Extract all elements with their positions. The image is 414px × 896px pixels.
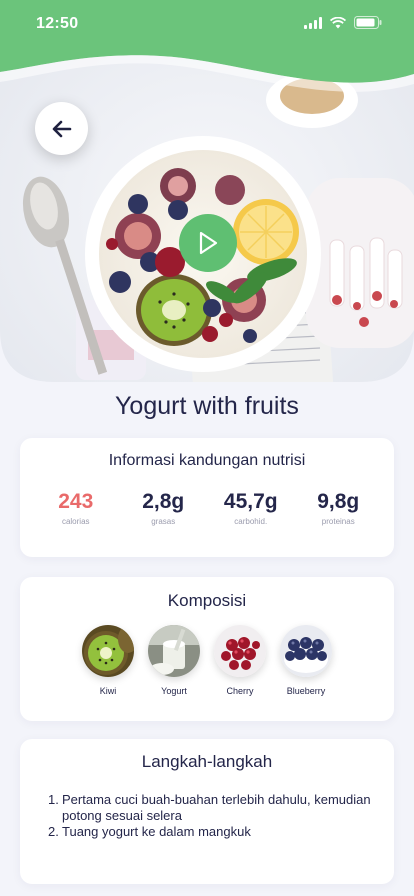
play-video-button[interactable]: [179, 214, 237, 272]
step-item: 2. Tuang yogurt ke dalam mangkuk: [48, 824, 374, 840]
step-text: Tuang yogurt ke dalam mangkuk: [62, 824, 251, 839]
hero-image: [0, 0, 414, 382]
carbs-value: 45,7g: [223, 490, 278, 513]
ingredient-list: Kiwi Yogurt Cherry Blueberry: [20, 625, 394, 696]
steps-card: Langkah-langkah 1. Pertama cuci buah-bua…: [20, 739, 394, 884]
fat-value: 2,8g: [142, 490, 185, 513]
step-item: 1. Pertama cuci buah-buahan terlebih dah…: [48, 792, 374, 824]
ingredient-cherry[interactable]: Cherry: [214, 625, 266, 696]
fat-label: grasas: [151, 517, 176, 526]
kiwi-image: [82, 625, 134, 677]
ingredient-label-cherry: Cherry: [226, 686, 254, 696]
nutrition-item-protein: 9,8g proteinas: [298, 490, 378, 526]
status-bar: 12:50: [0, 0, 414, 48]
calories-value: 243: [58, 490, 94, 513]
carbs-label: carbohid.: [234, 517, 268, 526]
nutrition-item-fat: 2,8g grasas: [123, 490, 203, 526]
blueberry-image: [280, 625, 332, 677]
step-number: 1.: [48, 792, 59, 807]
nutrition-values: 243 calorias 2,8g grasas 45,7g carbohid.…: [20, 470, 394, 526]
ingredient-yogurt[interactable]: Yogurt: [148, 625, 200, 696]
nutrition-item-calories: 243 calorias: [36, 490, 116, 526]
protein-value: 9,8g: [317, 490, 360, 513]
step-number: 2.: [48, 824, 59, 839]
ingredient-label-yogurt: Yogurt: [161, 686, 187, 696]
cherry-image: [214, 625, 266, 677]
status-time: 12:50: [36, 15, 79, 32]
ingredient-label-kiwi: Kiwi: [99, 686, 117, 696]
ingredient-blueberry[interactable]: Blueberry: [280, 625, 332, 696]
nutrition-card: Informasi kandungan nutrisi 243 calorias…: [20, 438, 394, 557]
calories-label: calorias: [61, 517, 90, 526]
ingredient-label-blueberry: Blueberry: [286, 686, 326, 696]
wifi-icon: [330, 16, 346, 28]
status-icons: [304, 16, 382, 29]
back-button[interactable]: [35, 102, 88, 155]
protein-label: proteinas: [321, 517, 355, 526]
arrow-left-icon: [52, 120, 71, 137]
nutrition-title: Informasi kandungan nutrisi: [108, 452, 306, 469]
nutrition-item-carbs: 45,7g carbohid.: [211, 490, 291, 526]
step-text: Pertama cuci buah-buahan terlebih dahulu…: [62, 792, 371, 823]
steps-list: 1. Pertama cuci buah-buahan terlebih dah…: [20, 772, 394, 840]
yogurt-image: [148, 625, 200, 677]
composition-title: Komposisi: [167, 591, 247, 610]
battery-icon: [354, 16, 382, 29]
recipe-title: Yogurt with fruits: [115, 392, 299, 420]
composition-card: Komposisi Kiwi Yogurt Cherry Blueberry: [20, 577, 394, 721]
cellular-signal-icon: [304, 16, 322, 29]
ingredient-kiwi[interactable]: Kiwi: [82, 625, 134, 696]
play-icon: [199, 231, 218, 255]
steps-title: Langkah-langkah: [141, 752, 273, 771]
